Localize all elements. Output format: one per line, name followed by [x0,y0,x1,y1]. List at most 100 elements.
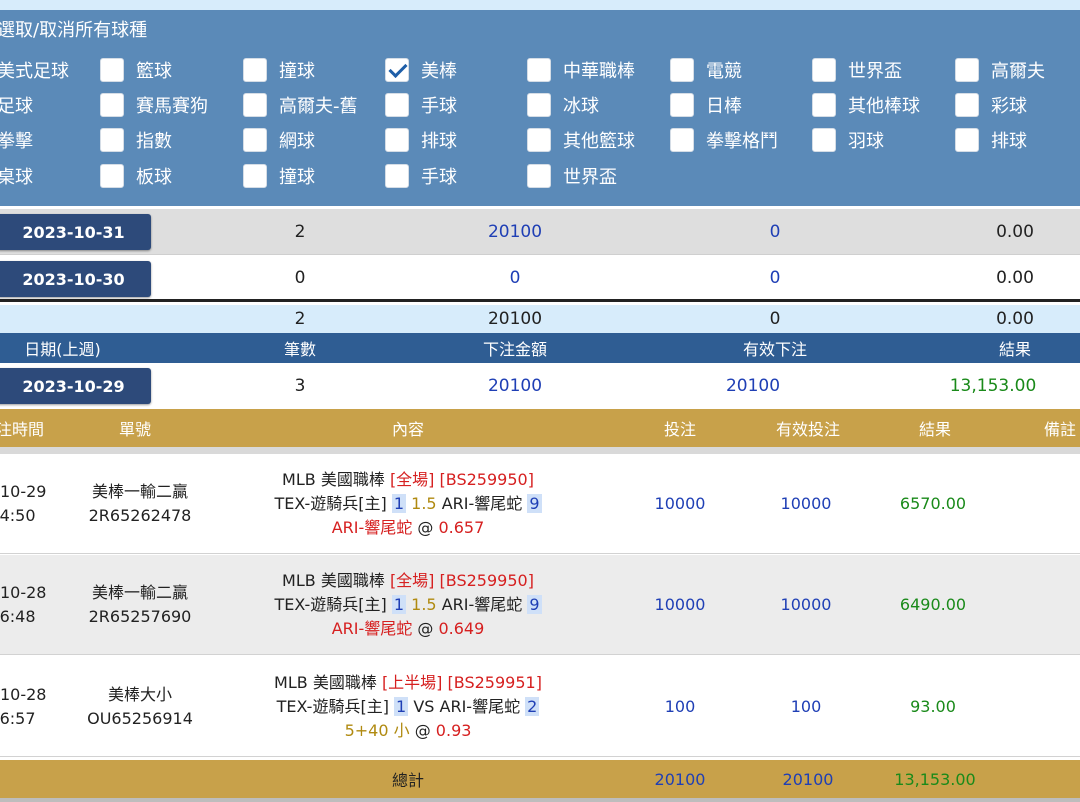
sport-option[interactable]: 彩球 [955,90,1027,120]
sport-option[interactable]: 排球 [955,125,1027,155]
sport-label: 電競 [706,61,742,82]
sport-option[interactable]: 美式足球 [0,55,69,85]
sport-checkbox[interactable] [670,128,694,152]
sport-label: 中華職棒 [563,61,635,82]
sport-option[interactable]: 美棒 [385,55,457,85]
sport-option[interactable]: 排球 [385,125,457,155]
detail-total-row: 總計 20100 20100 13,153.00 [0,760,1080,798]
sport-option[interactable]: 足球 [0,90,33,120]
sport-checkbox[interactable] [955,58,979,82]
sport-option[interactable]: 撞球 [243,55,315,85]
sport-option[interactable]: 籃球 [100,55,172,85]
sport-checkbox[interactable] [527,93,551,117]
bet-date: 3-10-29 [0,481,47,501]
sport-option[interactable]: 高爾夫 [955,55,1045,85]
sport-label: 拳擊 [0,131,33,152]
table-row: 3-10-29:04:50 美棒一輸二贏 2R65262478 MLB 美國職棒 [全… [0,454,1080,554]
total-result: 0.00 [996,309,1034,329]
sport-checkbox[interactable] [670,58,694,82]
detail-header: 注時間 單號 內容 投注 有效投注 結果 備註 [0,409,1080,447]
total-result: 13,153.00 [894,769,976,789]
sport-option[interactable]: 中華職棒 [527,55,635,85]
sport-checkbox[interactable] [812,93,836,117]
odds: 0.649 [438,618,485,638]
sport-option[interactable]: 其他籃球 [527,125,635,155]
select-all-toggle[interactable]: 選取/取消所有球種 [0,16,147,42]
at-sign: @ [417,618,434,638]
sport-option[interactable]: 賽馬賽狗 [100,90,208,120]
header-date: 日期(上週) [24,340,101,359]
sport-option[interactable]: 拳擊 [0,125,33,155]
total-label: 總計 [391,771,424,790]
summary-row: 2023-10-31 2 20100 0 0.00 [0,209,1080,255]
table-row: 3-10-28:36:57 美棒大小 OU65256914 MLB 美國職棒 [上半場… [0,657,1080,757]
bet-date: 3-10-28 [0,684,47,704]
sport-checkbox[interactable] [243,164,267,188]
sport-option[interactable]: 電競 [670,55,742,85]
count-cell: 3 [294,376,306,396]
sport-checkbox[interactable] [100,128,124,152]
sport-option[interactable]: 高爾夫-舊 [243,90,358,120]
sport-checkbox[interactable] [100,58,124,82]
sport-checkbox[interactable] [385,164,409,188]
sport-label: 其他棒球 [848,96,920,117]
sport-option[interactable]: 日棒 [670,90,742,120]
sport-label: 冰球 [563,96,599,117]
sport-checkbox[interactable] [243,58,267,82]
bet-time-cell: 3-10-29:04:50 [0,454,64,553]
sport-checkbox[interactable] [385,58,409,82]
sport-checkbox[interactable] [955,93,979,117]
away-score: 9 [527,594,542,614]
sport-checkbox[interactable] [100,164,124,188]
sport-option[interactable]: 羽球 [812,125,884,155]
sport-checkbox[interactable] [812,128,836,152]
sport-option[interactable]: 世界盃 [812,55,902,85]
sport-checkbox[interactable] [385,93,409,117]
stake-cell: 100 [664,696,696,716]
valid-cell: 100 [790,696,822,716]
sport-checkbox[interactable] [527,128,551,152]
summary-total-row: 2 20100 0 0.00 [0,305,1080,333]
sport-checkbox[interactable] [243,128,267,152]
date-button[interactable]: 2023-10-29 [0,368,151,404]
ticket-cell: 美棒大小 OU65256914 [75,657,205,756]
ticket-cell: 美棒一輸二贏 2R65257690 [75,555,205,654]
sport-option[interactable]: 板球 [100,161,172,191]
sport-checkbox[interactable] [670,93,694,117]
sport-label: 手球 [421,96,457,117]
sport-option[interactable]: 網球 [243,125,315,155]
sport-checkbox[interactable] [955,128,979,152]
at-sign: @ [414,720,431,740]
league-name: MLB 美國職棒 [282,469,385,489]
amount-cell: 20100 [487,221,543,242]
sport-option[interactable]: 手球 [385,90,457,120]
content-cell: MLB 美國職棒 [上半場] [BS259951] TEX-遊騎兵[主] 1 VS… [258,657,558,756]
amount-cell: 20100 [487,376,543,396]
sport-checkbox[interactable] [243,93,267,117]
sport-option[interactable]: 桌球 [0,161,33,191]
sport-checkbox[interactable] [527,164,551,188]
header-valid: 有效投注 [775,420,840,439]
date-button[interactable]: 2023-10-31 [0,214,151,250]
handicap-line: 1.5 [411,493,437,513]
away-score: 9 [527,493,542,513]
sport-checkbox[interactable] [100,93,124,117]
sport-option[interactable]: 世界盃 [527,161,617,191]
ticket-number: 2R65257690 [88,606,192,626]
sport-option[interactable]: 手球 [385,161,457,191]
sport-option[interactable]: 拳擊格鬥 [670,125,778,155]
sport-option[interactable]: 其他棒球 [812,90,920,120]
sport-checkbox[interactable] [385,128,409,152]
sport-checkbox[interactable] [527,58,551,82]
date-button[interactable]: 2023-10-30 [0,261,151,297]
away-team: ARI-響尾蛇 [441,594,523,614]
header-amount: 下注金額 [482,340,547,359]
header-result: 結果 [998,340,1031,359]
sport-option[interactable]: 冰球 [527,90,599,120]
last-week-row: 2023-10-29 3 20100 20100 13,153.00 [0,363,1080,409]
bet-type: 美棒一輸二贏 [91,582,188,602]
sport-option[interactable]: 指數 [100,125,172,155]
sport-checkbox[interactable] [812,58,836,82]
sport-option[interactable]: 撞球 [243,161,315,191]
sport-label: 拳擊格鬥 [706,131,778,152]
